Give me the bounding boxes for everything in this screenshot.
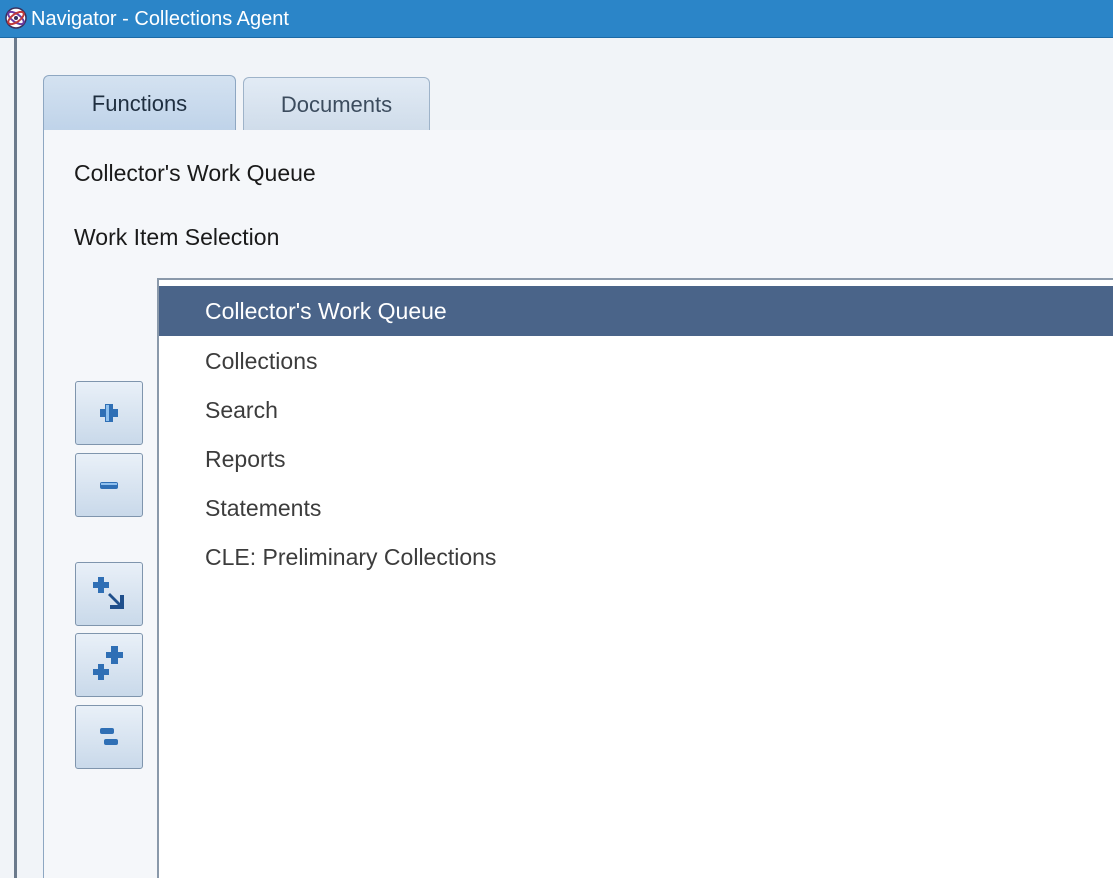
window-frame-left	[14, 38, 17, 878]
tree-item-cle-preliminary-collections[interactable]: CLE: Preliminary Collections	[159, 532, 1113, 582]
tree-item-reports[interactable]: Reports	[159, 434, 1113, 484]
top-function-collectors-work-queue[interactable]: Collector's Work Queue	[74, 160, 316, 187]
collapse-all-button[interactable]	[75, 705, 143, 769]
expand-branch-button[interactable]	[75, 562, 143, 626]
tab-functions[interactable]: Functions	[43, 75, 236, 131]
tree-item-collectors-work-queue[interactable]: Collector's Work Queue	[159, 286, 1113, 336]
top-function-work-item-selection[interactable]: Work Item Selection	[74, 224, 279, 251]
title-bar[interactable]: Navigator - Collections Agent	[0, 0, 1113, 38]
tree-item-collections[interactable]: Collections	[159, 336, 1113, 386]
collapse-button[interactable]	[75, 453, 143, 517]
navigator-window: Navigator - Collections Agent Functions …	[0, 0, 1113, 878]
tree-item-statements[interactable]: Statements	[159, 483, 1113, 533]
window-title: Navigator - Collections Agent	[31, 8, 289, 30]
expand-all-button[interactable]	[75, 633, 143, 697]
expand-button[interactable]	[75, 381, 143, 445]
function-tree[interactable]: Collector's Work Queue Collections Searc…	[157, 278, 1113, 878]
oracle-logo-icon	[5, 7, 27, 29]
tree-item-search[interactable]: Search	[159, 385, 1113, 435]
tab-documents[interactable]: Documents	[243, 77, 430, 131]
